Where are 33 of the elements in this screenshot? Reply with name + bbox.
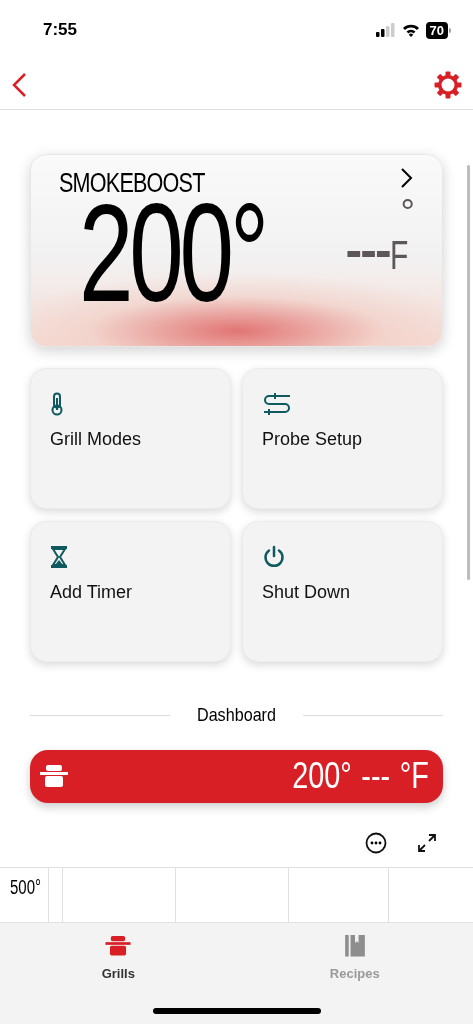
axis-label: 500° <box>10 875 42 900</box>
back-icon[interactable] <box>10 71 28 98</box>
more-options-icon[interactable] <box>365 831 387 854</box>
hourglass-icon <box>50 545 68 569</box>
scrollbar[interactable] <box>467 165 470 580</box>
probe-degree: ° <box>400 195 415 231</box>
expand-icon[interactable] <box>417 832 437 853</box>
thermometer-icon <box>50 392 64 416</box>
action-tile[interactable]: Grill Modes <box>30 368 231 509</box>
section-title: Dashboard <box>197 703 276 727</box>
temperature-unit: °F <box>399 758 429 794</box>
probe-temperature: --- <box>361 758 391 794</box>
signal-icon <box>375 23 396 37</box>
action-tile[interactable]: Add Timer <box>30 521 231 662</box>
action-tile[interactable]: Shut Down <box>242 521 443 662</box>
temperature-unit: F <box>389 235 408 275</box>
probe-temperature: --- <box>345 225 390 275</box>
grill-set-temperature: 200° <box>79 197 265 309</box>
grill-status-bar[interactable]: 200° --- °F <box>30 749 443 803</box>
probe-cable-icon <box>262 393 292 415</box>
battery-indicator: 70 <box>425 21 451 39</box>
status-time: 7:55 <box>43 19 78 42</box>
settings-icon[interactable] <box>433 69 463 100</box>
grill-icon <box>40 764 68 788</box>
wifi-icon <box>401 23 420 37</box>
chevron-right-icon[interactable] <box>400 167 414 189</box>
grill-icon <box>104 935 133 957</box>
power-icon <box>262 545 286 569</box>
action-tile[interactable]: Probe Setup <box>242 368 443 509</box>
book-icon <box>343 935 366 957</box>
grill-mode: SMOKEBOOST <box>59 167 205 200</box>
grill-temperature: 200° <box>292 758 352 794</box>
tab[interactable]: Grills <box>0 923 237 983</box>
